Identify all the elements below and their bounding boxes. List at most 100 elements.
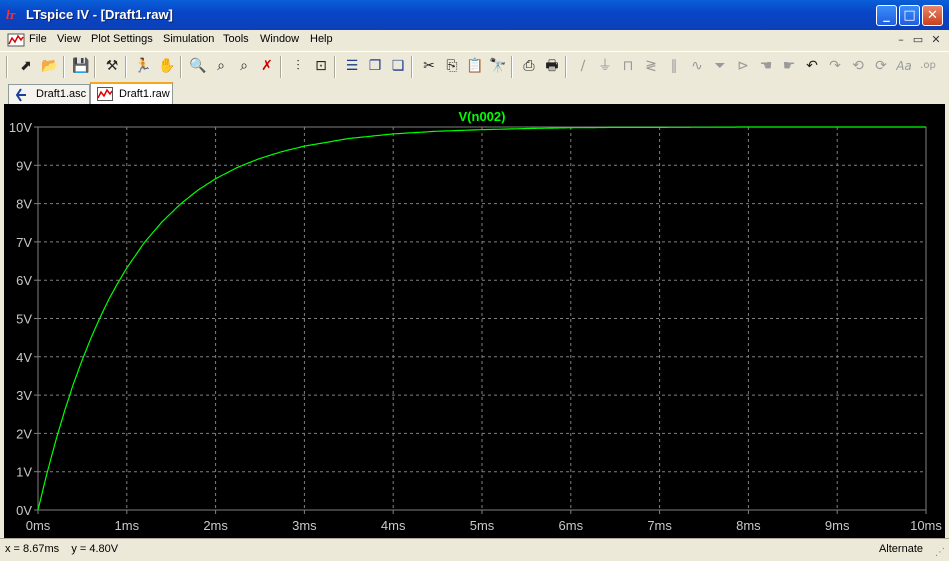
zoom-pan-icon[interactable]: ⌕ (211, 56, 231, 76)
label-net-icon[interactable]: ⊓ (618, 56, 638, 76)
status-mode: Alternate (878, 543, 923, 555)
y-tick-label: 4V (16, 350, 32, 365)
waveform-icon (97, 87, 113, 101)
y-tick-label: 3V (16, 388, 32, 403)
cursor-readout: x = 8.67ms y = 4.80V (5, 543, 119, 555)
menu-bar: File View Plot Settings Simulation Tools… (0, 30, 949, 50)
component-icon[interactable]: ⊳ (733, 56, 753, 76)
print-icon[interactable]: 🖶 (542, 56, 562, 76)
minimize-button[interactable]: _ (876, 5, 897, 26)
resize-grip-icon[interactable]: ⋰ (935, 547, 947, 559)
zoom-out-icon[interactable]: ⌕ (234, 56, 254, 76)
y-tick-label: 8V (16, 197, 32, 212)
run-simulation-icon[interactable]: 🏃 (133, 56, 153, 76)
mdi-minimize-icon[interactable]: – (893, 33, 909, 47)
toolbar-separator (125, 56, 127, 78)
menu-file[interactable]: File (29, 33, 47, 45)
inductor-icon[interactable]: ∿ (687, 56, 707, 76)
move-hand-icon[interactable]: ☚ (756, 56, 776, 76)
x-tick-label: 2ms (203, 518, 228, 533)
document-tabs: Draft1.asc Draft1.raw (0, 82, 949, 104)
cascade-icon[interactable]: ❐ (365, 56, 385, 76)
find-binoculars-icon[interactable]: 🔭 (488, 56, 508, 76)
copy-icon[interactable]: ⎘ (442, 56, 462, 76)
menu-help[interactable]: Help (310, 33, 333, 45)
mdi-close-icon[interactable]: ✕ (928, 33, 944, 47)
waveform-window-icon[interactable] (7, 32, 25, 48)
tile-vertical-icon[interactable]: ❏ (388, 56, 408, 76)
mirror-icon[interactable]: ⟳ (871, 56, 891, 76)
zoom-fit-icon[interactable]: ✗ (257, 56, 277, 76)
mdi-restore-icon[interactable]: ▭ (910, 33, 926, 47)
y-tick-label: 1V (16, 465, 32, 480)
tab-draft1-raw[interactable]: Draft1.raw (90, 82, 173, 104)
x-tick-label: 5ms (470, 518, 495, 533)
autorange-icon[interactable]: ⫶ (288, 56, 308, 76)
draw-wire-icon[interactable]: ∕ (573, 56, 593, 76)
drag-hand-icon[interactable]: ☛ (779, 56, 799, 76)
x-tick-label: 9ms (825, 518, 850, 533)
y-tick-label: 0V (16, 503, 32, 518)
x-tick-label: 4ms (381, 518, 406, 533)
capacitor-icon[interactable]: ∥ (664, 56, 684, 76)
x-tick-label: 7ms (647, 518, 672, 533)
ground-icon[interactable]: ⏚ (595, 56, 615, 76)
title-bar[interactable]: Ɩᴛ LTspice IV - [Draft1.raw] _ □ ✕ (0, 0, 949, 30)
x-tick-label: 10ms (910, 518, 942, 533)
y-tick-label: 7V (16, 235, 32, 250)
toolbar-separator (411, 56, 413, 78)
window-title: LTspice IV - [Draft1.raw] (26, 7, 173, 22)
close-button[interactable]: ✕ (922, 5, 943, 26)
tile-horizontal-icon[interactable]: ☰ (342, 56, 362, 76)
ltspice-icon[interactable]: Ɩᴛ (6, 7, 22, 23)
trace-label-v-n002[interactable]: V(n002) (459, 109, 506, 124)
new-schematic-icon[interactable]: ⬈ (16, 56, 36, 76)
halt-hand-icon[interactable]: ✋ (157, 56, 177, 76)
control-panel-hammer-icon[interactable]: ⚒ (102, 56, 122, 76)
y-tick-label: 6V (16, 273, 32, 288)
waveform-plot[interactable]: 0ms 1ms 2ms 3ms 4ms 5ms 6ms 7ms 8ms 9ms 10ms 0V 1V 2V… (4, 104, 945, 538)
status-bar: x = 8.67ms y = 4.80V Alternate ⋰ (0, 538, 949, 561)
menu-tools[interactable]: Tools (223, 33, 249, 45)
toolbar-separator (334, 56, 336, 78)
y-tick-label: 5V (16, 312, 32, 327)
menu-window[interactable]: Window (260, 33, 299, 45)
cut-icon[interactable]: ✂ (419, 56, 439, 76)
menu-simulation[interactable]: Simulation (163, 33, 214, 45)
toolbar-separator (280, 56, 282, 78)
toolbar-separator (565, 56, 567, 78)
y-tick-label: 2V (16, 426, 32, 441)
rotate-icon[interactable]: ⟲ (848, 56, 868, 76)
x-tick-label: 0ms (26, 518, 51, 533)
close-icon: ✕ (927, 8, 938, 23)
redo-icon[interactable]: ↷ (825, 56, 845, 76)
toolbar: ⬈ 📂 💾 ⚒ 🏃 ✋ 🔍 ⌕ ⌕ ✗ ⫶ ⊡ ☰ ❐ ❏ ✂ ⎘ 📋 🔭 ⎙ … (0, 51, 949, 83)
x-tick-label: 3ms (292, 518, 317, 533)
spice-directive-icon[interactable]: .op (918, 56, 938, 76)
toolbar-separator (180, 56, 182, 78)
toolbar-separator (511, 56, 513, 78)
waveform-viewer[interactable]: 0ms 1ms 2ms 3ms 4ms 5ms 6ms 7ms 8ms 9ms 10ms 0V 1V 2V… (4, 104, 945, 538)
y-tick-label: 10V (9, 120, 32, 135)
zoom-in-icon[interactable]: 🔍 (188, 56, 208, 76)
resistor-icon[interactable]: ≷ (641, 56, 661, 76)
toolbar-separator (6, 56, 8, 78)
toolbar-separator (63, 56, 65, 78)
menu-view[interactable]: View (57, 33, 81, 45)
save-icon[interactable]: 💾 (71, 56, 91, 76)
undo-icon[interactable]: ↶ (802, 56, 822, 76)
text-icon[interactable]: Aa (894, 56, 914, 76)
maximize-button[interactable]: □ (899, 5, 920, 26)
open-folder-icon[interactable]: 📂 (40, 56, 60, 76)
tab-label: Draft1.raw (119, 88, 170, 100)
toolbar-separator (94, 56, 96, 78)
y-tick-label: 9V (16, 158, 32, 173)
measure-icon[interactable]: ⊡ (311, 56, 331, 76)
menu-plot-settings[interactable]: Plot Settings (91, 33, 153, 45)
diode-icon[interactable]: ⏷ (710, 56, 730, 76)
maximize-icon: □ (903, 8, 916, 23)
print-setup-icon[interactable]: ⎙ (519, 56, 539, 76)
x-tick-label: 1ms (115, 518, 140, 533)
paste-icon[interactable]: 📋 (465, 56, 485, 76)
tab-draft1-asc[interactable]: Draft1.asc (8, 84, 90, 104)
